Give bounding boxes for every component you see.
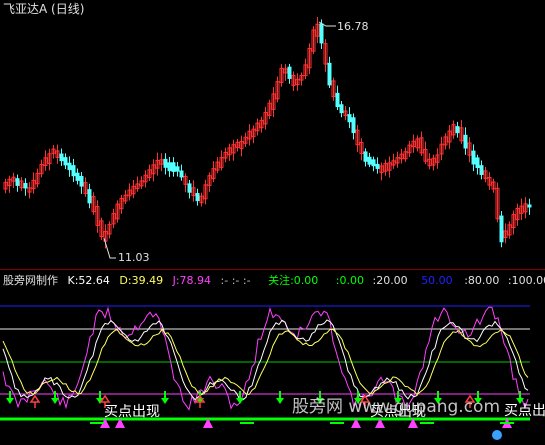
watermark: 股旁网 www.gupang.com: [292, 397, 501, 417]
indicator-header: 股旁网制作 K:52.64 D:39.49 J:78.94 :- :- :- 关…: [3, 275, 545, 287]
chart-title: 飞亚达A (日线): [3, 3, 84, 15]
candle-body: [15, 178, 20, 186]
sell-arrow-icon: [6, 398, 14, 404]
candle-body: [527, 204, 532, 208]
stock-name: 飞亚达A: [3, 2, 48, 16]
candle-body: [327, 62, 332, 86]
candle-body: [187, 183, 192, 193]
candle-body: [455, 126, 460, 134]
focus-bar: [420, 422, 434, 424]
candle-body: [287, 66, 292, 79]
buy-arrow-icon: [99, 394, 111, 403]
candle-body: [335, 92, 340, 108]
focus-bar: [90, 422, 104, 424]
candle-body: [87, 189, 92, 204]
focus-bar: [330, 422, 344, 424]
candle-body: [195, 193, 200, 202]
candle-body: [163, 158, 168, 168]
level-50: 50.00: [421, 274, 453, 287]
sell-arrow-icon: [51, 398, 59, 404]
focus-bar: [500, 422, 514, 424]
buy-arrow-icon: [29, 394, 41, 403]
candle-body: [319, 23, 324, 44]
sell-arrow-icon: [236, 398, 244, 404]
candle-body: [471, 150, 476, 165]
price-chart[interactable]: [0, 0, 545, 262]
sell-arrow-icon: [276, 398, 284, 404]
candle-body: [175, 166, 180, 172]
panel-separator[interactable]: [0, 269, 545, 270]
buy-signal-label-1: 买点出现: [104, 404, 160, 420]
candle-body: [167, 162, 172, 172]
candle-body: [463, 134, 468, 149]
kdj-indicator-chart[interactable]: [0, 288, 545, 445]
level-20: :20.00: [372, 274, 408, 287]
candle-body: [375, 163, 380, 169]
candle-body: [347, 114, 352, 123]
focus-value: 关注:0.00: [268, 274, 319, 287]
low-price-label: 11.03: [118, 251, 150, 264]
level-0: :0.00: [335, 274, 364, 287]
k-line: [2, 319, 529, 401]
candle-body: [79, 175, 84, 187]
candle-body: [59, 153, 64, 162]
candle-body: [63, 157, 68, 166]
high-price-label: 16.78: [337, 20, 369, 33]
info-dot-icon: [492, 430, 502, 440]
candle-body: [23, 182, 28, 189]
candle-body: [371, 159, 376, 167]
level-80: :80.00: [464, 274, 500, 287]
candle-body: [475, 157, 480, 169]
candle-body: [171, 162, 176, 172]
indicator-name: 股旁网制作: [3, 274, 58, 287]
period-label: (日线): [51, 2, 85, 16]
focus-bar: [240, 422, 254, 424]
candle-body: [479, 165, 484, 175]
d-value: D:39.49: [119, 274, 164, 287]
candle-body: [179, 170, 184, 178]
candle-body: [499, 215, 504, 243]
level-100: :100.00: [507, 274, 545, 287]
candle-body: [363, 151, 368, 162]
j-value: J:78.94: [172, 274, 212, 287]
candle-body: [67, 162, 72, 171]
candle-body: [339, 104, 344, 114]
candle-body: [351, 117, 356, 134]
k-value: K:52.64: [67, 274, 110, 287]
sell-arrow-icon: [161, 398, 169, 404]
buy-signal-label-3: 买点出现: [504, 403, 545, 419]
candle-body: [71, 165, 76, 177]
candle-body: [367, 156, 372, 165]
candle-body: [75, 172, 80, 181]
separator-dashes: :- :- :-: [220, 274, 251, 287]
